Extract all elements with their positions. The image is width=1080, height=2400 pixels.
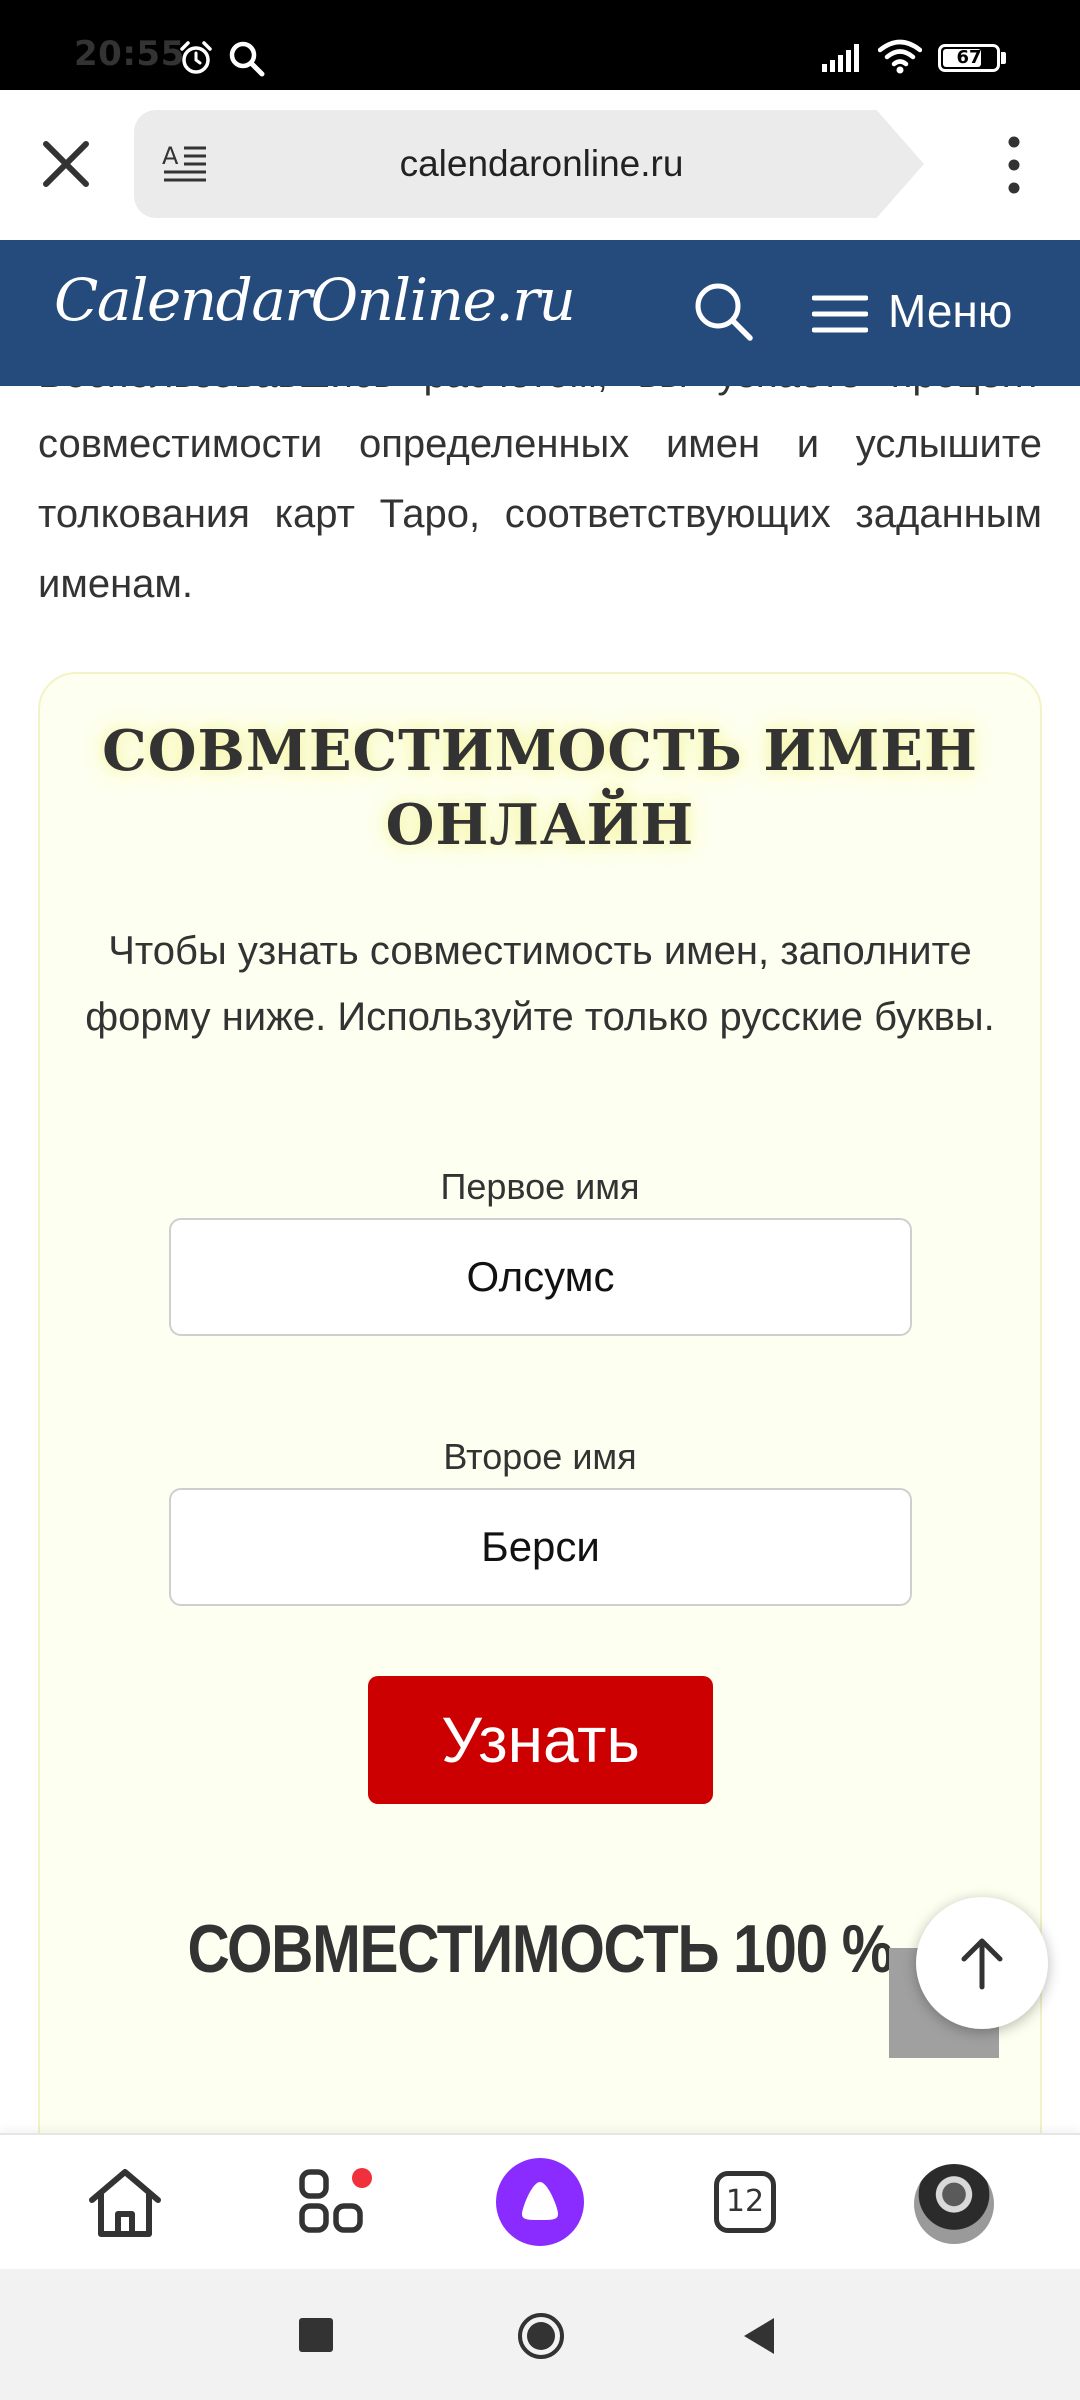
avatar[interactable] (914, 2164, 994, 2244)
signal-icon (822, 44, 859, 72)
battery-level: 67 (956, 47, 982, 68)
search-icon (695, 283, 753, 341)
close-icon (43, 141, 89, 187)
menu-label: Меню (888, 285, 1013, 337)
browser-menu-button[interactable] (990, 130, 1038, 200)
first-name-label: Первое имя (440, 1166, 640, 1207)
calculator-title: СОВМЕСТИМОСТЬ ИМЕН ОНЛАЙН (102, 718, 978, 858)
second-name-input[interactable] (169, 1488, 912, 1606)
result-heading: СОВМЕСТИМОСТЬ 100 % (187, 1911, 893, 1987)
wifi-icon (878, 39, 922, 74)
article-intro: Воспользовавшись расчетом, вы узнаете пр… (0, 386, 1080, 636)
more-vertical-icon (1008, 136, 1020, 194)
intro-paragraph: Воспользовавшись расчетом, вы узнаете пр… (38, 386, 1042, 606)
battery-icon: 67 (938, 44, 1000, 72)
second-name-label: Второе имя (443, 1436, 637, 1477)
notification-dot (352, 2168, 372, 2188)
url-text[interactable]: calendaronline.ru (134, 110, 949, 218)
recents-icon[interactable] (299, 2318, 333, 2352)
close-button[interactable] (30, 128, 102, 200)
battery-cap (1001, 52, 1006, 64)
search-icon (229, 41, 265, 77)
alice-assistant-button[interactable] (496, 2158, 584, 2246)
home-circle-icon[interactable] (516, 2311, 566, 2361)
menu-button[interactable]: Меню (808, 270, 1048, 354)
home-icon[interactable] (86, 2166, 164, 2240)
calculator-description: Чтобы узнать совместимость имен, заполни… (85, 929, 995, 1039)
tabs-button[interactable]: 12 (714, 2171, 776, 2233)
site-logo[interactable]: CalendarOnline.ru (54, 266, 576, 334)
back-icon[interactable] (740, 2316, 778, 2356)
status-time: 20:55 (74, 34, 185, 74)
first-name-input[interactable] (169, 1218, 912, 1336)
hamburger-icon (812, 295, 868, 333)
alarm-icon (180, 41, 212, 74)
alice-icon (522, 2182, 558, 2220)
submit-button[interactable]: Узнать (368, 1676, 713, 1804)
arrow-up-icon (961, 1938, 1003, 1990)
site-search-button[interactable] (690, 278, 758, 346)
scroll-to-top-button[interactable] (916, 1897, 1048, 2029)
